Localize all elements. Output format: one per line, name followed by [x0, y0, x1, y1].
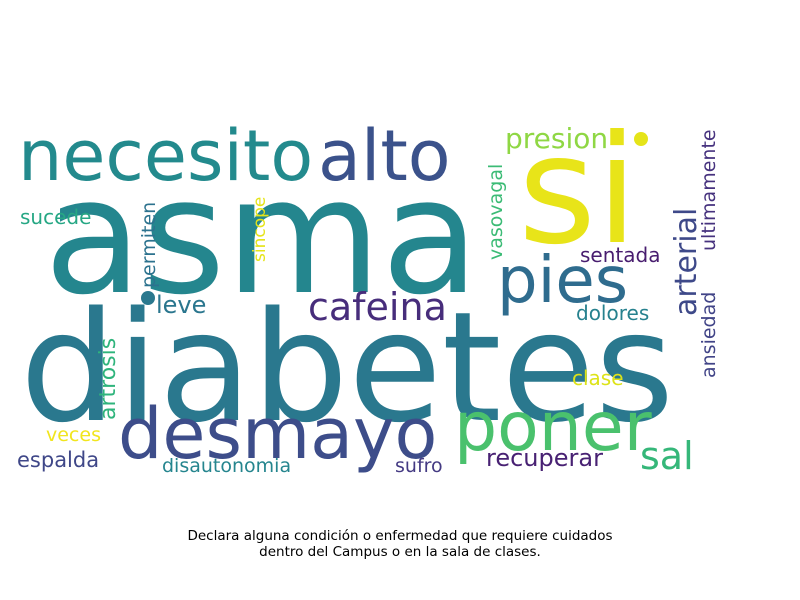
word-necesito: necesito: [18, 115, 313, 197]
word-cloud: asma diabetes si necesito alto desmayo p…: [17, 104, 720, 478]
word-sentada: sentada: [580, 243, 660, 267]
word-dolores: dolores: [576, 301, 649, 325]
word-veces: veces: [46, 424, 101, 446]
word-sufro: sufro: [395, 455, 443, 477]
word-artrosis: artrosis: [96, 338, 121, 420]
caption-line-1: Declara alguna condición o enfermedad qu…: [187, 528, 613, 544]
caption-line-2: dentro del Campus o en la sala de clases…: [259, 544, 541, 560]
word-permiten: permiten: [138, 202, 160, 288]
word-presion: presion: [505, 122, 608, 155]
word-alto: alto: [318, 115, 451, 197]
word-ansiedad: ansiedad: [698, 292, 720, 378]
word-sal: sal: [640, 434, 694, 478]
word-sucede: sucede: [20, 205, 91, 229]
word-leve: leve: [156, 291, 206, 319]
caption: Declara alguna condición o enfermedad qu…: [0, 528, 800, 560]
word-recuperar: recuperar: [486, 444, 603, 472]
word-disautonomia: disautonomia: [162, 455, 291, 477]
word-sincope: sincope: [250, 197, 270, 262]
word-vasovagal: vasovagal: [485, 164, 507, 260]
word-cafeina: cafeina: [308, 285, 447, 329]
word-clase: clase: [572, 366, 624, 390]
word-ultimamente: ultimamente: [698, 129, 720, 251]
word-espalda: espalda: [17, 448, 99, 472]
